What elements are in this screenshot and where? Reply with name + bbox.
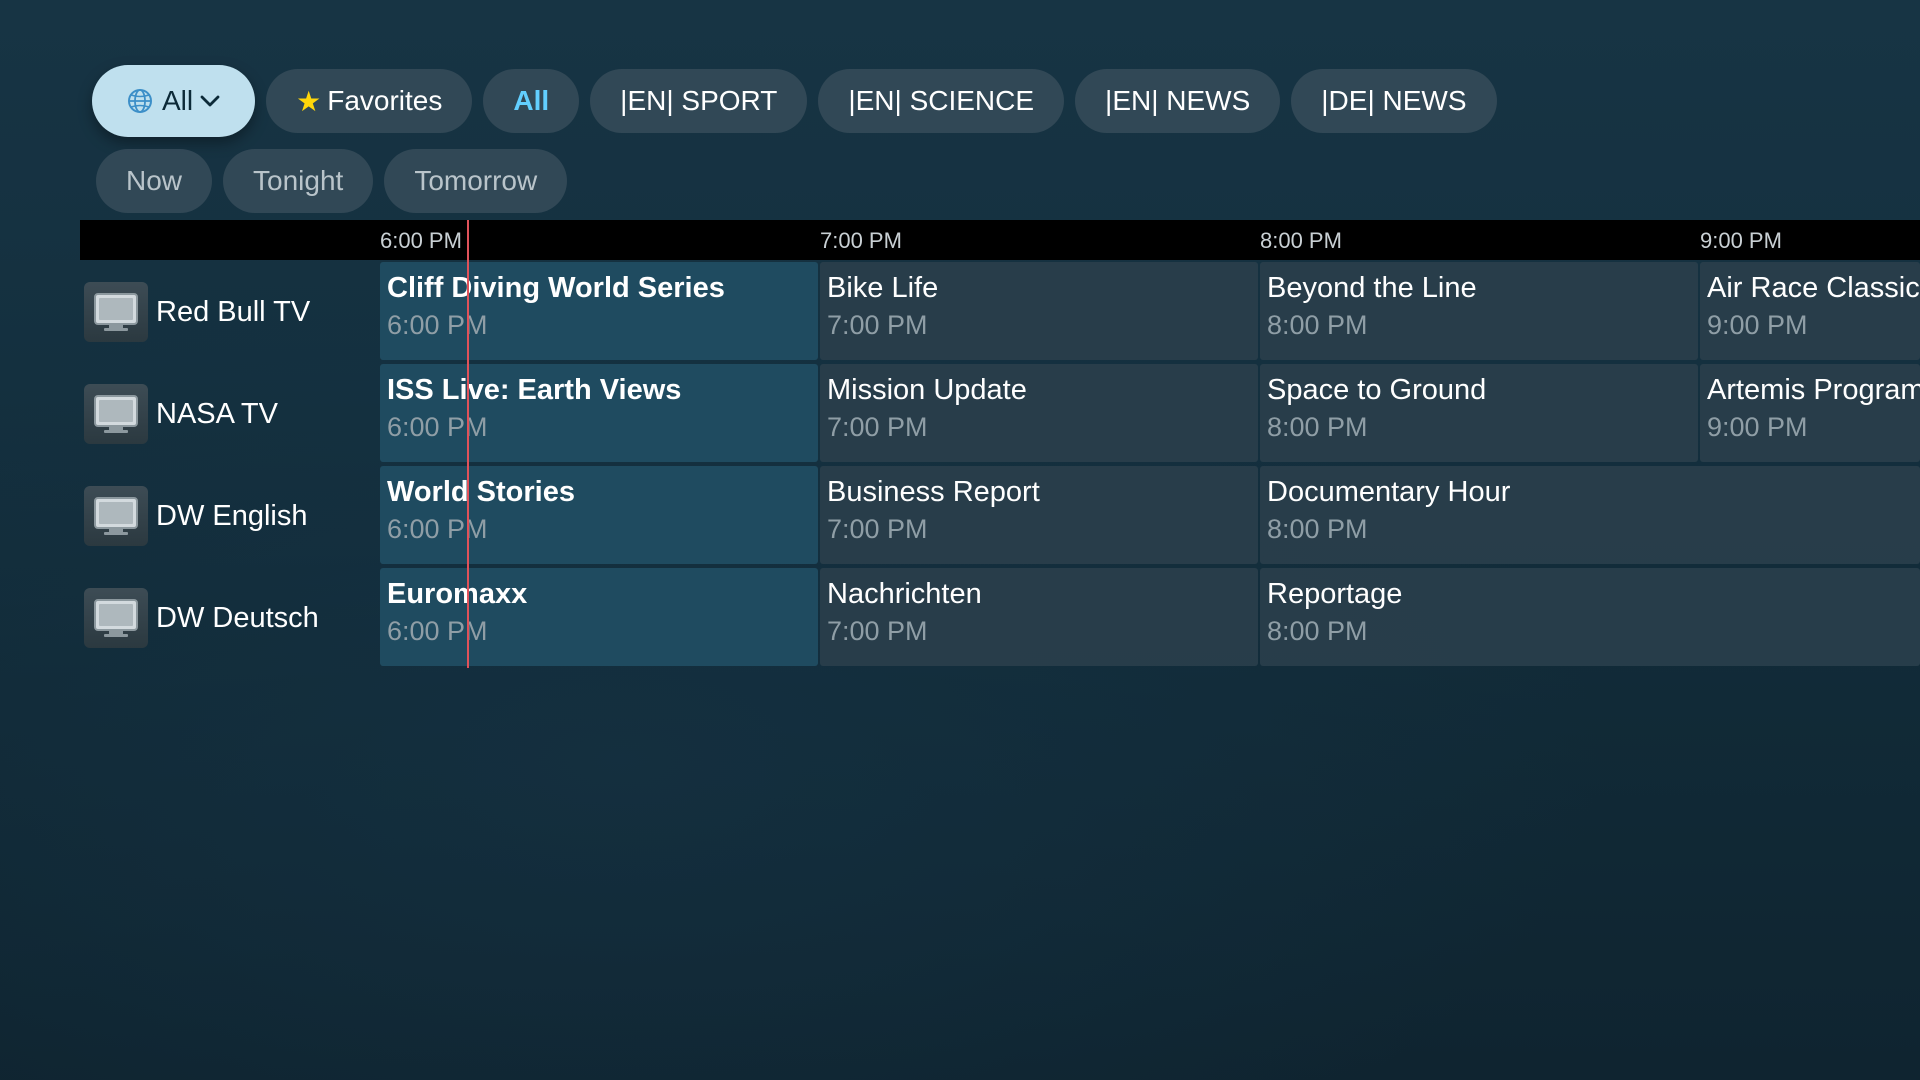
- channel-name: NASA TV: [156, 397, 278, 430]
- program-title: Documentary Hour: [1267, 476, 1511, 508]
- program-time: 7:00 PM: [827, 310, 928, 340]
- star-icon: ★: [296, 85, 322, 117]
- program-time: 7:00 PM: [827, 514, 928, 544]
- program-title: Bike Life: [827, 272, 939, 304]
- time-chip-label: Tonight: [253, 165, 344, 196]
- program-cell[interactable]: Euromaxx 6:00 PM: [380, 568, 818, 666]
- program-time: 9:00 PM: [1707, 310, 1808, 340]
- channel-name: DW Deutsch: [156, 601, 319, 634]
- program-title: Mission Update: [827, 374, 1027, 406]
- time-chip-label: Now: [126, 165, 183, 196]
- program-cell[interactable]: Reportage 8:00 PM: [1260, 568, 1920, 666]
- program-time: 6:00 PM: [387, 616, 488, 646]
- time-chip-tonight[interactable]: Tonight: [223, 149, 374, 213]
- program-time: 8:00 PM: [1267, 412, 1368, 442]
- program-cell[interactable]: Cliff Diving World Series 6:00 PM: [380, 262, 818, 360]
- program-time: 6:00 PM: [387, 514, 488, 544]
- category-chip-favorites[interactable]: ★ Favorites: [266, 69, 473, 133]
- program-title: ISS Live: Earth Views: [387, 374, 682, 406]
- category-chip-label: Favorites: [327, 85, 443, 116]
- category-menu-button[interactable]: All: [92, 65, 256, 137]
- program-title: Space to Ground: [1267, 374, 1487, 406]
- program-time: 6:00 PM: [387, 310, 488, 340]
- program-title: Air Race Classic: [1707, 272, 1920, 304]
- timeline-label: 7:00 PM: [820, 228, 902, 253]
- tv-icon: [84, 588, 148, 648]
- program-title: Cliff Diving World Series: [387, 272, 725, 304]
- category-chip-label: |EN| SPORT: [620, 85, 778, 116]
- tv-icon: [84, 282, 148, 342]
- program-time: 8:00 PM: [1267, 514, 1368, 544]
- tv-icon: [84, 486, 148, 546]
- channel-dw-deutsch[interactable]: DW Deutsch: [84, 568, 319, 668]
- program-time: 8:00 PM: [1267, 616, 1368, 646]
- timeline-label: 6:00 PM: [380, 228, 462, 253]
- category-chip-label: |DE| NEWS: [1321, 85, 1467, 116]
- category-chip-label: |EN| NEWS: [1105, 85, 1251, 116]
- program-time: 6:00 PM: [387, 412, 488, 442]
- program-title: Reportage: [1267, 578, 1403, 610]
- program-cell[interactable]: Space to Ground 8:00 PM: [1260, 364, 1698, 462]
- program-time: 8:00 PM: [1267, 310, 1368, 340]
- time-chip-now[interactable]: Now: [96, 149, 213, 213]
- program-title: Artemis Program: [1707, 374, 1920, 406]
- current-time-indicator: [467, 220, 469, 668]
- time-chip-label: Tomorrow: [414, 165, 538, 196]
- program-cell[interactable]: World Stories 6:00 PM: [380, 466, 818, 564]
- program-title: Euromaxx: [387, 578, 528, 610]
- timeline-header: 6:00 PM 7:00 PM 8:00 PM 9:00 PM: [80, 220, 1920, 260]
- channel-name: Red Bull TV: [156, 295, 311, 328]
- program-cell[interactable]: Beyond the Line 8:00 PM: [1260, 262, 1698, 360]
- program-title: World Stories: [387, 476, 575, 508]
- program-title: Nachrichten: [827, 578, 982, 610]
- program-title: Beyond the Line: [1267, 272, 1477, 304]
- category-chip-de-news[interactable]: |DE| NEWS: [1291, 69, 1497, 133]
- tv-icon: [84, 384, 148, 444]
- category-menu-label: All: [162, 85, 194, 116]
- category-chip-label: All: [513, 85, 550, 116]
- program-time: 7:00 PM: [827, 412, 928, 442]
- program-cell[interactable]: Business Report 7:00 PM: [820, 466, 1258, 564]
- timeline-label: 8:00 PM: [1260, 228, 1342, 253]
- category-filter-bar: All ★ Favorites All |EN| SPORT |EN| SCIE…: [92, 64, 1508, 138]
- time-chip-tomorrow[interactable]: Tomorrow: [384, 149, 568, 213]
- channel-red-bull-tv[interactable]: Red Bull TV: [84, 262, 310, 362]
- program-cell[interactable]: Documentary Hour 8:00 PM: [1260, 466, 1920, 564]
- program-cell[interactable]: Artemis Program 9:00 PM: [1700, 364, 1920, 462]
- category-chip-en-sport[interactable]: |EN| SPORT: [590, 69, 808, 133]
- program-time: 7:00 PM: [827, 616, 928, 646]
- program-cell[interactable]: ISS Live: Earth Views 6:00 PM: [380, 364, 818, 462]
- category-chip-all[interactable]: All: [483, 69, 580, 133]
- category-chip-en-news[interactable]: |EN| NEWS: [1075, 69, 1281, 133]
- channel-dw-english[interactable]: DW English: [84, 466, 308, 566]
- category-chip-label: |EN| SCIENCE: [848, 85, 1035, 116]
- category-chip-en-science[interactable]: |EN| SCIENCE: [818, 69, 1065, 133]
- time-filter-bar: Now Tonight Tomorrow: [96, 148, 578, 214]
- program-cell[interactable]: Mission Update 7:00 PM: [820, 364, 1258, 462]
- channel-name: DW English: [156, 499, 308, 532]
- timeline-label: 9:00 PM: [1700, 228, 1782, 253]
- program-title: Business Report: [827, 476, 1040, 508]
- program-cell[interactable]: Nachrichten 7:00 PM: [820, 568, 1258, 666]
- chevron-down-icon: [199, 90, 221, 112]
- program-cell[interactable]: Bike Life 7:00 PM: [820, 262, 1258, 360]
- program-time: 9:00 PM: [1707, 412, 1808, 442]
- channel-nasa-tv[interactable]: NASA TV: [84, 364, 278, 464]
- program-cell[interactable]: Air Race Classic 9:00 PM: [1700, 262, 1920, 360]
- globe-icon: [126, 87, 154, 115]
